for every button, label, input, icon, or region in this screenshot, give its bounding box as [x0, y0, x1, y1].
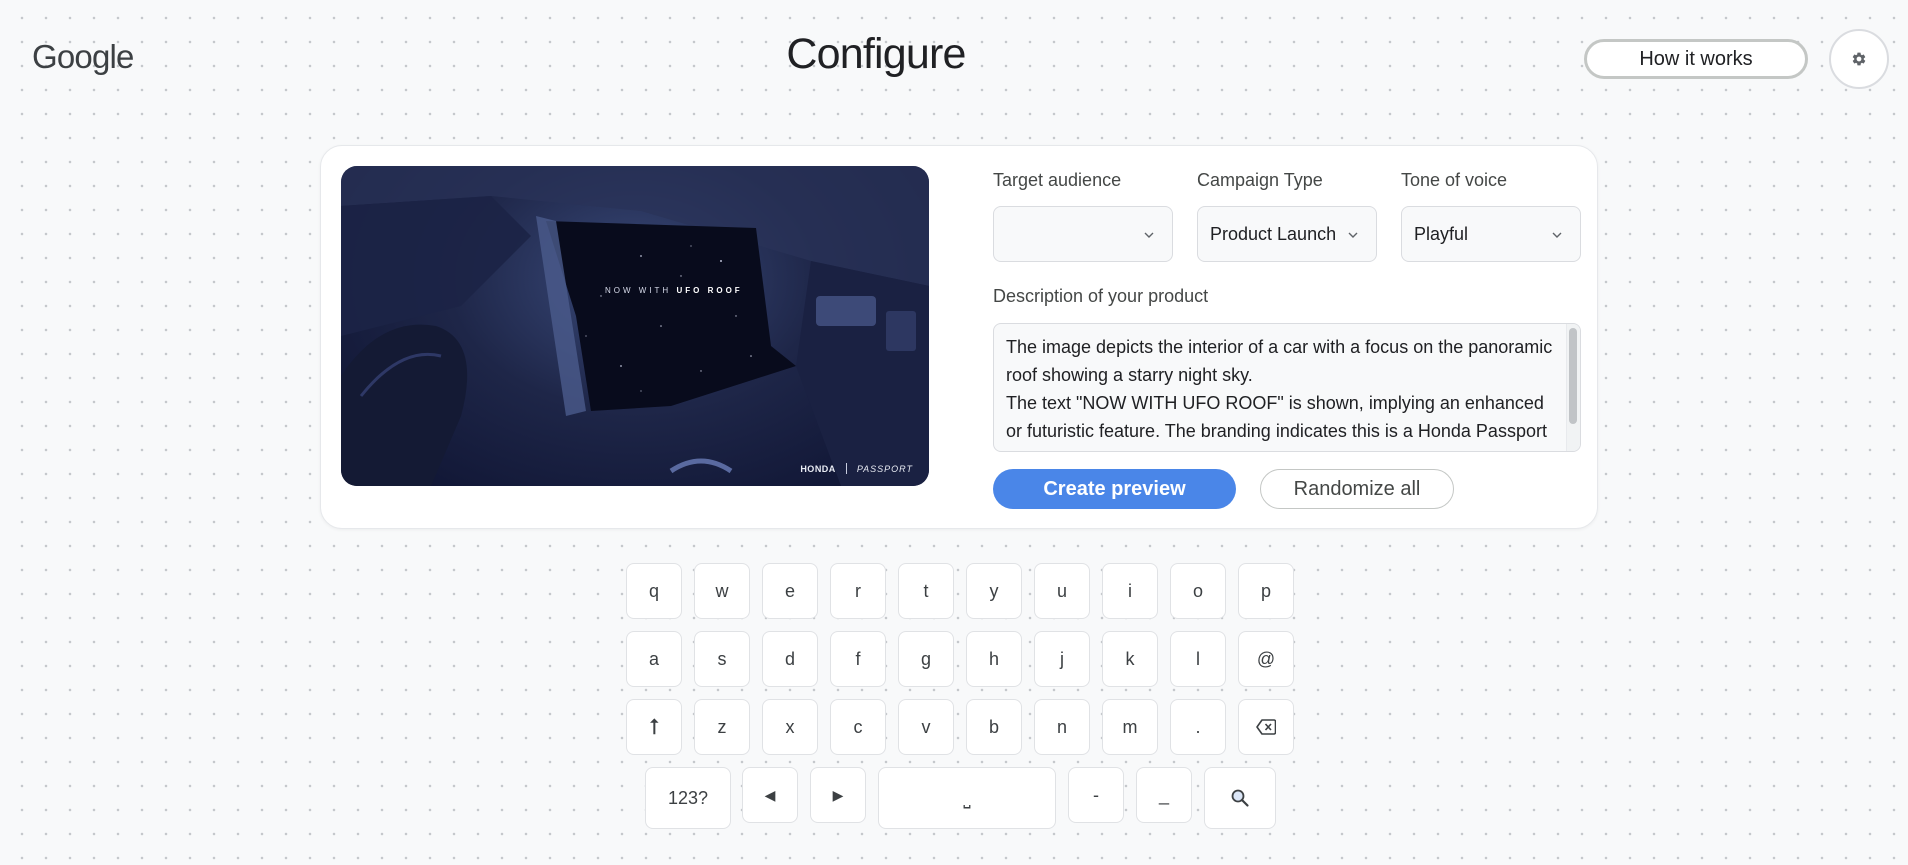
key-i[interactable]: i [1102, 563, 1158, 619]
key-period[interactable]: . [1170, 699, 1226, 755]
key-p[interactable]: p [1238, 563, 1294, 619]
key-h[interactable]: h [966, 631, 1022, 687]
key-u[interactable]: u [1034, 563, 1090, 619]
car-interior-illustration [341, 166, 929, 486]
key-underscore[interactable]: _ [1136, 767, 1192, 823]
symbols-key[interactable]: 123? [645, 767, 731, 829]
key-j[interactable]: j [1034, 631, 1090, 687]
key-o[interactable]: o [1170, 563, 1226, 619]
key-f[interactable]: f [830, 631, 886, 687]
campaign-type-select[interactable]: Product Launch [1197, 206, 1377, 262]
key-z[interactable]: z [694, 699, 750, 755]
tone-of-voice-select[interactable]: Playful [1401, 206, 1581, 262]
key-e[interactable]: e [762, 563, 818, 619]
brand-strip: HONDA PASSPORT [800, 463, 913, 474]
shift-key[interactable]: ⭡ [626, 699, 682, 755]
search-icon [1231, 789, 1249, 807]
create-preview-button[interactable]: Create preview [993, 469, 1236, 509]
settings-button[interactable] [1829, 29, 1889, 89]
key-k[interactable]: k [1102, 631, 1158, 687]
brand-divider [845, 463, 847, 474]
description-textarea[interactable]: The image depicts the interior of a car … [993, 323, 1581, 452]
randomize-all-button[interactable]: Randomize all [1260, 469, 1454, 509]
tone-of-voice-value: Playful [1414, 223, 1469, 244]
product-image: NOW WITH UFO ROOF HONDA PASSPORT [341, 166, 929, 486]
target-audience-label: Target audience [993, 170, 1122, 190]
hero-tagline: NOW WITH UFO ROOF [605, 286, 743, 295]
description-scrollbar[interactable] [1566, 324, 1580, 451]
key-v[interactable]: v [898, 699, 954, 755]
key-hyphen[interactable]: - [1068, 767, 1124, 823]
search-key[interactable] [1204, 767, 1276, 829]
key-n[interactable]: n [1034, 699, 1090, 755]
description-label: Description of your product [993, 286, 1209, 306]
key-w[interactable]: w [694, 563, 750, 619]
tone-of-voice-label: Tone of voice [1401, 170, 1508, 190]
key-b[interactable]: b [966, 699, 1022, 755]
how-it-works-button[interactable]: How it works [1584, 39, 1808, 79]
key-q[interactable]: q [626, 563, 682, 619]
key-g[interactable]: g [898, 631, 954, 687]
page-title: Configure [786, 30, 966, 78]
key-m[interactable]: m [1102, 699, 1158, 755]
gear-icon [1852, 52, 1866, 66]
key-l[interactable]: l [1170, 631, 1226, 687]
chevron-down-icon [1144, 232, 1154, 238]
space-key[interactable]: ⎵ [878, 767, 1056, 829]
key-s[interactable]: s [694, 631, 750, 687]
arrow-left-key[interactable]: ◀ [742, 767, 798, 823]
key-c[interactable]: c [830, 699, 886, 755]
campaign-type-label: Campaign Type [1197, 170, 1323, 190]
key-t[interactable]: t [898, 563, 954, 619]
campaign-type-value: Product Launch [1210, 223, 1337, 244]
chevron-down-icon [1348, 232, 1358, 238]
target-audience-select[interactable] [993, 206, 1173, 262]
arrow-right-key[interactable]: ▶ [810, 767, 866, 823]
scrollbar-thumb[interactable] [1569, 328, 1577, 424]
key-y[interactable]: y [966, 563, 1022, 619]
configure-card: NOW WITH UFO ROOF HONDA PASSPORT Target … [320, 145, 1598, 529]
key-at[interactable]: @ [1238, 631, 1294, 687]
key-a[interactable]: a [626, 631, 682, 687]
chevron-down-icon [1552, 232, 1562, 238]
key-d[interactable]: d [762, 631, 818, 687]
key-r[interactable]: r [830, 563, 886, 619]
key-x[interactable]: x [762, 699, 818, 755]
backspace-icon [1256, 719, 1276, 735]
backspace-key[interactable] [1238, 699, 1294, 755]
honda-logo: HONDA [800, 463, 836, 474]
model-name: PASSPORT [856, 463, 913, 474]
description-text: The image depicts the interior of a car … [1006, 337, 1553, 451]
